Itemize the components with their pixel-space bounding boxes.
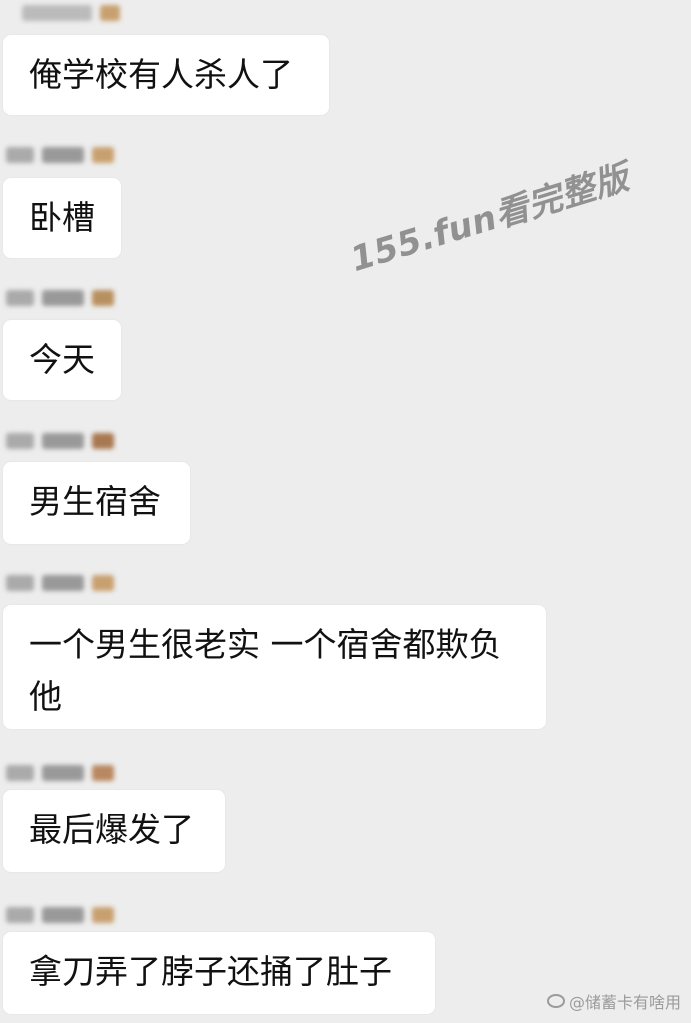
message-text: 一个男生很老实 一个宿舍都欺负他 <box>29 625 502 716</box>
weibo-icon <box>546 994 565 1008</box>
sender-name-blurred <box>6 428 114 454</box>
message-bubble[interactable]: 一个男生很老实 一个宿舍都欺负他 <box>3 605 546 729</box>
blurred-avatar <box>92 147 114 163</box>
blurred-name <box>22 5 92 21</box>
blurred-name <box>6 433 34 449</box>
message-bubble[interactable]: 拿刀弄了脖子还捅了肚子 <box>3 932 435 1014</box>
blurred-name <box>6 907 34 923</box>
blurred-avatar <box>92 433 114 449</box>
message-bubble[interactable]: 今天 <box>3 320 121 400</box>
message-bubble[interactable]: 最后爆发了 <box>3 790 225 872</box>
sender-name-blurred <box>22 0 120 26</box>
message-text: 最后爆发了 <box>29 810 194 849</box>
sender-name-blurred <box>6 285 114 311</box>
message-text: 男生宿舍 <box>29 482 161 521</box>
message-bubble[interactable]: 卧槽 <box>3 178 121 258</box>
sender-name-blurred <box>6 570 114 596</box>
blurred-avatar <box>92 575 114 591</box>
weibo-watermark-text: @储蓄卡有啥用 <box>568 993 681 1012</box>
blurred-avatar <box>100 5 120 21</box>
blurred-name <box>42 433 84 449</box>
blurred-avatar <box>92 765 114 781</box>
blurred-name <box>6 290 34 306</box>
blurred-avatar <box>92 907 114 923</box>
message-text: 拿刀弄了脖子还捅了肚子 <box>29 952 392 991</box>
sender-name-blurred <box>6 142 114 168</box>
blurred-name <box>42 907 84 923</box>
sender-name-blurred <box>6 902 114 928</box>
blurred-name <box>42 765 84 781</box>
blurred-name <box>42 575 84 591</box>
blurred-name <box>42 147 84 163</box>
message-bubble[interactable]: 男生宿舍 <box>3 462 190 544</box>
blurred-name <box>6 147 34 163</box>
blurred-name <box>6 575 34 591</box>
blurred-name <box>42 290 84 306</box>
blurred-name <box>6 765 34 781</box>
message-text: 俺学校有人杀人了 <box>29 55 293 94</box>
sender-name-blurred <box>6 760 114 786</box>
blurred-avatar <box>92 290 114 306</box>
site-watermark: 155.fun看完整版 <box>346 157 634 281</box>
weibo-watermark: @储蓄卡有啥用 <box>546 989 681 1013</box>
message-text: 今天 <box>29 340 95 379</box>
message-bubble[interactable]: 俺学校有人杀人了 <box>3 35 329 115</box>
message-text: 卧槽 <box>29 198 95 237</box>
